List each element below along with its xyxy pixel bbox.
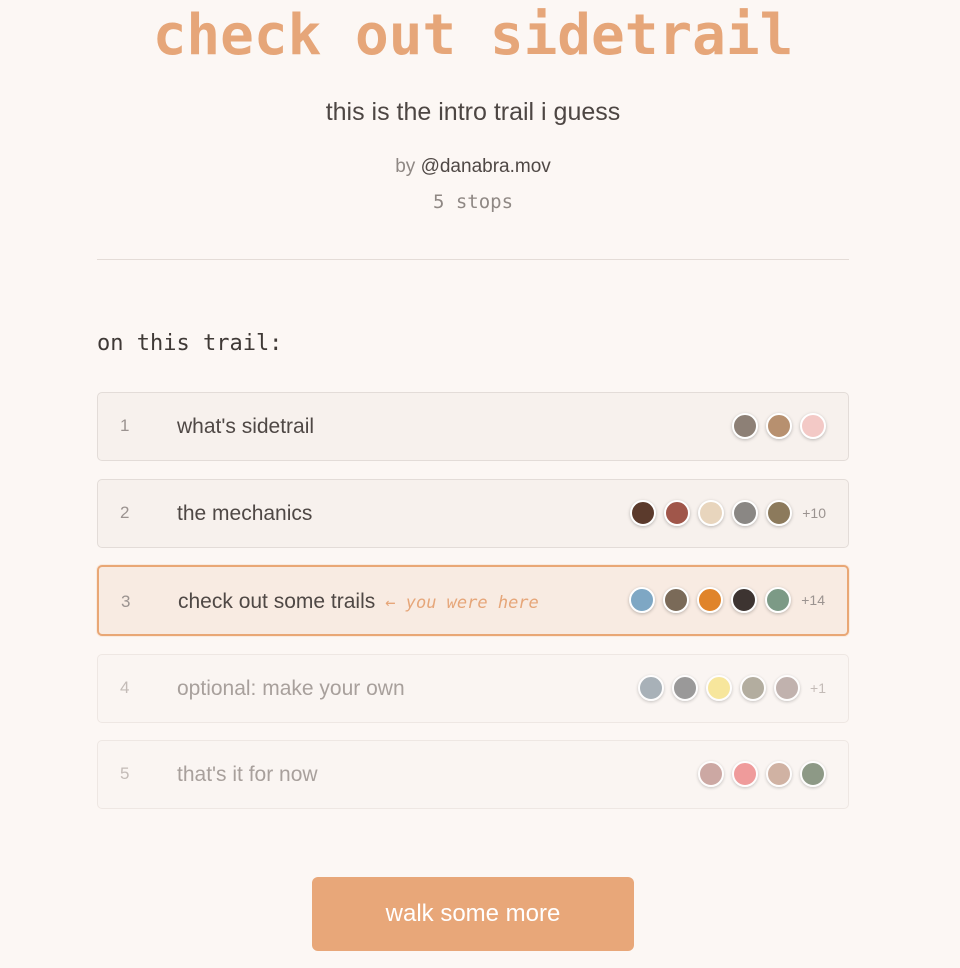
visitor-avatar[interactable] [663, 587, 690, 613]
visitor-avatars: +10 [622, 480, 826, 546]
stops-count: 5 stops [432, 191, 514, 213]
visitor-avatar[interactable] [766, 413, 792, 439]
visitor-avatar[interactable] [766, 761, 792, 787]
stop-number: 5 [120, 764, 130, 783]
visitor-avatar[interactable] [740, 675, 767, 701]
stop-title: the mechanics [177, 502, 313, 525]
visitor-avatar[interactable] [732, 413, 758, 439]
stop-title: optional: make your own [177, 677, 405, 700]
visitor-avatar[interactable] [800, 413, 826, 439]
stop-title: what's sidetrail [177, 415, 315, 438]
visitor-avatars [690, 741, 826, 807]
trail-subtitle: this is the intro trail i guess [325, 98, 621, 126]
trail-stop-3-current[interactable]: 3 check out some trails ← you were here +… [97, 565, 849, 636]
visitor-avatars [724, 393, 826, 459]
stop-title-text: check out some trails [178, 590, 376, 613]
trail-stop-1[interactable]: 1 what's sidetrail [97, 392, 849, 461]
trail-stop-5[interactable]: 5 that's it for now [97, 740, 849, 809]
trail-author: by @danabra.mov [0, 154, 946, 180]
more-visitors-count: +10 [802, 505, 826, 521]
visitor-avatar[interactable] [800, 761, 826, 787]
stop-number: 2 [120, 503, 130, 522]
more-visitors-count: +14 [801, 592, 825, 608]
walk-some-more-button[interactable]: walk some more [312, 877, 634, 951]
visitor-avatar[interactable] [765, 587, 792, 613]
more-visitors-count: +1 [810, 680, 826, 696]
visitor-avatar[interactable] [774, 675, 801, 701]
visitor-avatar[interactable] [638, 675, 665, 701]
visitor-avatar[interactable] [732, 761, 758, 787]
author-handle-link[interactable]: @danabra.mov [421, 156, 551, 177]
visitor-avatar[interactable] [731, 587, 758, 613]
stop-title: check out some trails ← you were here [178, 567, 539, 638]
visitor-avatar[interactable] [629, 587, 656, 613]
stop-title: that's it for now [177, 763, 318, 786]
visitor-avatars: +14 [621, 567, 825, 633]
divider [97, 259, 849, 260]
you-were-here-marker: ← you were here [385, 593, 539, 613]
trail-page: check out sidetrail this is the intro tr… [0, 0, 960, 968]
section-label: on this trail: [97, 331, 283, 356]
visitor-avatar[interactable] [766, 500, 793, 526]
visitor-avatar[interactable] [698, 500, 725, 526]
visitor-avatar[interactable] [732, 500, 759, 526]
visitor-avatar[interactable] [664, 500, 691, 526]
visitor-avatar[interactable] [706, 675, 733, 701]
visitor-avatar[interactable] [630, 500, 657, 526]
by-label: by [395, 156, 416, 177]
stop-number: 1 [120, 416, 130, 435]
visitor-avatar[interactable] [697, 587, 724, 613]
trail-stop-4[interactable]: 4 optional: make your own +1 [97, 654, 849, 723]
stop-number: 4 [120, 678, 130, 697]
trail-stop-2[interactable]: 2 the mechanics +10 [97, 479, 849, 548]
visitor-avatar[interactable] [698, 761, 724, 787]
visitor-avatar[interactable] [672, 675, 699, 701]
trail-title: check out sidetrail [152, 3, 794, 68]
stop-number: 3 [121, 592, 131, 611]
visitor-avatars: +1 [630, 655, 826, 721]
